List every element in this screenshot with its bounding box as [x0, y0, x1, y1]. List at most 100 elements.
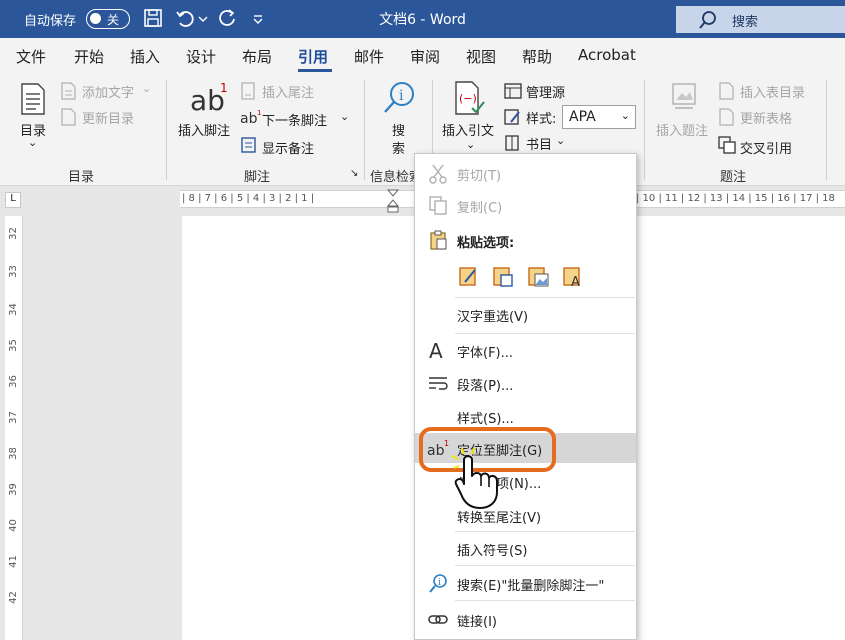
tab-view[interactable]: 视图	[466, 46, 496, 67]
update-table-button[interactable]: 更新表格	[740, 108, 792, 127]
tab-layout[interactable]: 布局	[242, 46, 272, 67]
update-table-icon	[719, 108, 734, 126]
menu-item-label: 粘贴选项:	[457, 236, 515, 251]
tab-file[interactable]: 文件	[16, 46, 46, 67]
manage-sources-button[interactable]: 管理源	[526, 82, 565, 101]
ruler-number: 32	[7, 227, 19, 240]
ruler-number: 35	[7, 339, 19, 352]
show-notes-icon	[241, 137, 256, 153]
menu-item-paragraph[interactable]: 段落(P)...	[415, 368, 636, 398]
paste-picture-icon[interactable]	[526, 264, 550, 288]
insert-caption-icon[interactable]	[670, 82, 698, 112]
menu-item-link[interactable]: 链接(I)	[415, 604, 636, 634]
menu-item-search[interactable]: i 搜索(E)"批量删除脚注一"	[415, 568, 636, 598]
tab-help[interactable]: 帮助	[522, 46, 552, 67]
toc-dropdown-icon[interactable]: ⌄	[28, 136, 37, 149]
group-divider	[644, 80, 645, 180]
menu-item-label: 汉字重选(V)	[457, 310, 529, 325]
menu-item-label: 插入符号(S)	[457, 544, 528, 559]
menu-separator	[455, 333, 635, 334]
menu-item-reconvert[interactable]: 汉字重选(V)	[415, 299, 636, 329]
paste-keep-formatting-icon[interactable]	[457, 264, 481, 288]
menu-tab-bar: 文件 开始 插入 设计 布局 引用 邮件 审阅 视图 帮助 Acrobat	[0, 38, 845, 74]
menu-item-insert-symbol[interactable]: 插入符号(S)	[415, 533, 636, 563]
cross-reference-button[interactable]: 交叉引用	[740, 138, 792, 157]
menu-separator	[455, 297, 635, 298]
active-tab-indicator	[298, 69, 332, 72]
add-text-icon	[61, 82, 76, 100]
search-box[interactable]: 搜索	[676, 6, 845, 33]
insert-citation-dropdown-icon[interactable]: ⌄	[466, 138, 475, 151]
ruler-number: 39	[7, 483, 19, 496]
tab-selector[interactable]: L	[5, 192, 21, 208]
title-bar: 自动保存 关 文档6 - Word 搜索	[0, 0, 845, 38]
chevron-down-icon: ⌄	[620, 109, 630, 122]
paste-text-only-icon[interactable]: A	[561, 264, 585, 288]
pointing-hand-icon	[451, 447, 498, 509]
add-text-button[interactable]: 添加文字	[82, 82, 134, 101]
style-icon	[504, 109, 520, 125]
insert-table-of-figures-button[interactable]: 插入表目录	[740, 82, 805, 101]
menu-item-label: 链接(I)	[457, 615, 497, 630]
next-footnote-button[interactable]: 下一条脚注	[262, 110, 327, 129]
bibliography-button[interactable]: 书目	[526, 134, 552, 153]
insert-endnote-button[interactable]: 插入尾注	[262, 82, 314, 101]
cut-icon	[429, 164, 447, 184]
tab-insert[interactable]: 插入	[130, 46, 160, 67]
search-ribbon-label[interactable]: 搜	[392, 120, 405, 139]
paste-merge-formatting-icon[interactable]	[491, 264, 515, 288]
ruler-number: 37	[7, 411, 19, 424]
menu-item-label: 字体(F)...	[457, 346, 514, 361]
tab-acrobat[interactable]: Acrobat	[578, 46, 636, 64]
menu-item-cut[interactable]: 剪切(T)	[415, 158, 636, 188]
ruler-number: 33	[7, 265, 19, 278]
insert-footnote-icon[interactable]: ab 1	[188, 80, 228, 116]
tab-review[interactable]: 审阅	[410, 46, 440, 67]
group-label-toc: 目录	[68, 170, 95, 185]
update-toc-button[interactable]: 更新目录	[82, 108, 134, 127]
font-icon: A	[429, 339, 443, 361]
svg-text:1: 1	[220, 81, 228, 95]
tab-mailings[interactable]: 邮件	[354, 46, 384, 67]
menu-separator	[455, 531, 635, 532]
menu-item-copy[interactable]: 复制(C)	[415, 190, 636, 220]
add-text-dropdown-icon: ⌄	[142, 82, 152, 95]
menu-item-label: 样式(S)...	[457, 412, 514, 427]
menu-item-label: 搜索(E)"批量删除脚注一"	[457, 579, 605, 594]
insert-citation-button[interactable]: 插入引文	[442, 120, 494, 139]
smart-lookup-icon[interactable]: i	[382, 80, 416, 114]
tab-home[interactable]: 开始	[74, 46, 104, 67]
menu-item-convert-endnote[interactable]: 转换至尾注(V)	[415, 500, 636, 530]
vertical-ruler[interactable]: 32 33 34 35 36 37 38 39 40 41 42	[5, 216, 23, 640]
dialog-launcher-icon[interactable]: ↘	[350, 168, 358, 179]
insert-citation-icon[interactable]: (−)	[454, 80, 486, 116]
manage-sources-icon	[504, 83, 522, 99]
search-icon	[699, 11, 716, 29]
show-notes-button[interactable]: 显示备注	[262, 138, 314, 157]
copy-icon	[429, 196, 447, 215]
tab-references[interactable]: 引用	[298, 46, 328, 67]
search-ribbon-label-2[interactable]: 索	[392, 138, 405, 157]
ruler-number: 38	[7, 447, 19, 460]
menu-item-label: 剪切(T)	[457, 169, 502, 184]
indent-marker-icon[interactable]	[386, 188, 400, 214]
ruler-number: 36	[7, 375, 19, 388]
bibliography-icon	[505, 135, 519, 151]
toc-icon[interactable]	[20, 82, 46, 116]
next-footnote-dropdown-icon[interactable]: ⌄	[340, 110, 349, 123]
bibliography-dropdown-icon[interactable]: ⌄	[556, 134, 565, 147]
insert-endnote-icon	[241, 82, 255, 100]
tab-design[interactable]: 设计	[186, 46, 216, 67]
ruler-marks-right: | 10 | 11 | 12 | 13 | 14 | 15 | 16 | 17 …	[636, 193, 835, 204]
menu-item-font[interactable]: A 字体(F)...	[415, 335, 636, 365]
svg-text:i: i	[399, 88, 404, 104]
group-label-captions: 题注	[720, 170, 747, 185]
ruler-number: 34	[7, 303, 19, 316]
insert-caption-button[interactable]: 插入题注	[656, 120, 708, 139]
citation-style-select[interactable]: APA ⌄	[562, 105, 636, 129]
svg-text:A: A	[429, 339, 443, 361]
ruler-marks-left: | 8 | 7 | 6 | 5 | 4 | 3 | 2 | 1 |	[182, 193, 315, 204]
cross-reference-icon	[718, 136, 736, 154]
insert-footnote-button[interactable]: 插入脚注	[178, 120, 230, 139]
citation-style-value: APA	[569, 109, 596, 125]
